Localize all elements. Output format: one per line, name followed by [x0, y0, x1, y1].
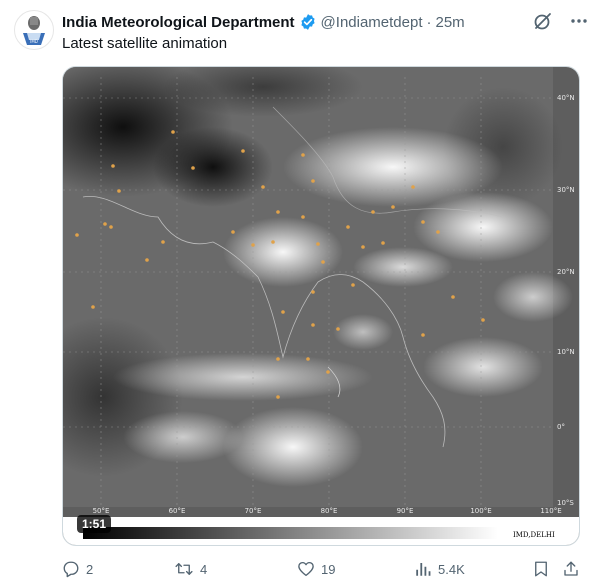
header-actions: [532, 10, 590, 32]
lat-label-10n: 10°N: [557, 348, 575, 356]
lon-label-110e: 110°E: [540, 507, 561, 515]
lat-label-0: 0°: [557, 423, 565, 431]
lat-label-10s: 10°S: [557, 499, 574, 507]
views-button[interactable]: 5.4K: [414, 558, 465, 580]
more-icon[interactable]: [568, 10, 590, 32]
tweet-text: Latest satellite animation: [62, 35, 228, 52]
grayscale-bar: [83, 527, 498, 539]
lat-label-30n: 30°N: [557, 186, 575, 194]
lon-label-100e: 100°E: [470, 507, 491, 515]
tweet-header: India Meteorological Department @Indiame…: [62, 12, 465, 32]
share-button[interactable]: [562, 558, 580, 580]
avatar[interactable]: IMD: [14, 10, 54, 50]
emblem-icon: IMD: [23, 16, 45, 45]
repost-button[interactable]: 4: [174, 558, 207, 580]
share-icon: [564, 561, 578, 576]
like-button[interactable]: 19: [297, 558, 335, 580]
reply-button[interactable]: 2: [62, 558, 93, 580]
verified-badge-icon: [300, 14, 315, 30]
satellite-video[interactable]: 40°N 30°N 20°N 10°N 0° 10°S 50°E 60°E 70…: [62, 66, 580, 546]
repost-count: 4: [200, 561, 208, 577]
bookmark-button[interactable]: [532, 558, 550, 580]
bookmark-icon: [535, 561, 547, 577]
tweet: IMD India Meteorological Department @Ind…: [0, 0, 606, 588]
views-icon: [416, 563, 431, 576]
author-name[interactable]: India Meteorological Department: [62, 14, 295, 31]
lon-label-90e: 90°E: [397, 507, 414, 515]
views-count: 5.4K: [438, 561, 465, 577]
reply-icon: [63, 561, 79, 578]
lon-label-60e: 60°E: [169, 507, 186, 515]
like-count: 19: [321, 561, 336, 577]
imd-credit: IMD,DELHI: [513, 531, 555, 539]
lon-label-70e: 70°E: [245, 507, 262, 515]
lon-label-50e: 50°E: [93, 507, 110, 515]
lon-label-80e: 80°E: [321, 507, 338, 515]
like-icon: [298, 561, 314, 577]
video-duration: 1:51: [77, 515, 112, 533]
author-handle[interactable]: @Indiametdept: [321, 14, 423, 31]
post-time[interactable]: 25m: [436, 14, 465, 31]
action-bar: 2 4 19 5.4K: [62, 558, 588, 580]
grok-icon[interactable]: [532, 10, 554, 32]
reply-count: 2: [86, 561, 94, 577]
repost-icon: [175, 563, 193, 575]
separator-dot: ·: [426, 13, 432, 31]
svg-text:IMD: IMD: [30, 39, 38, 44]
satellite-image: 40°N 30°N 20°N 10°N 0° 10°S 50°E 60°E 70…: [63, 67, 579, 545]
lat-label-40n: 40°N: [557, 94, 575, 102]
lat-label-20n: 20°N: [557, 268, 575, 276]
